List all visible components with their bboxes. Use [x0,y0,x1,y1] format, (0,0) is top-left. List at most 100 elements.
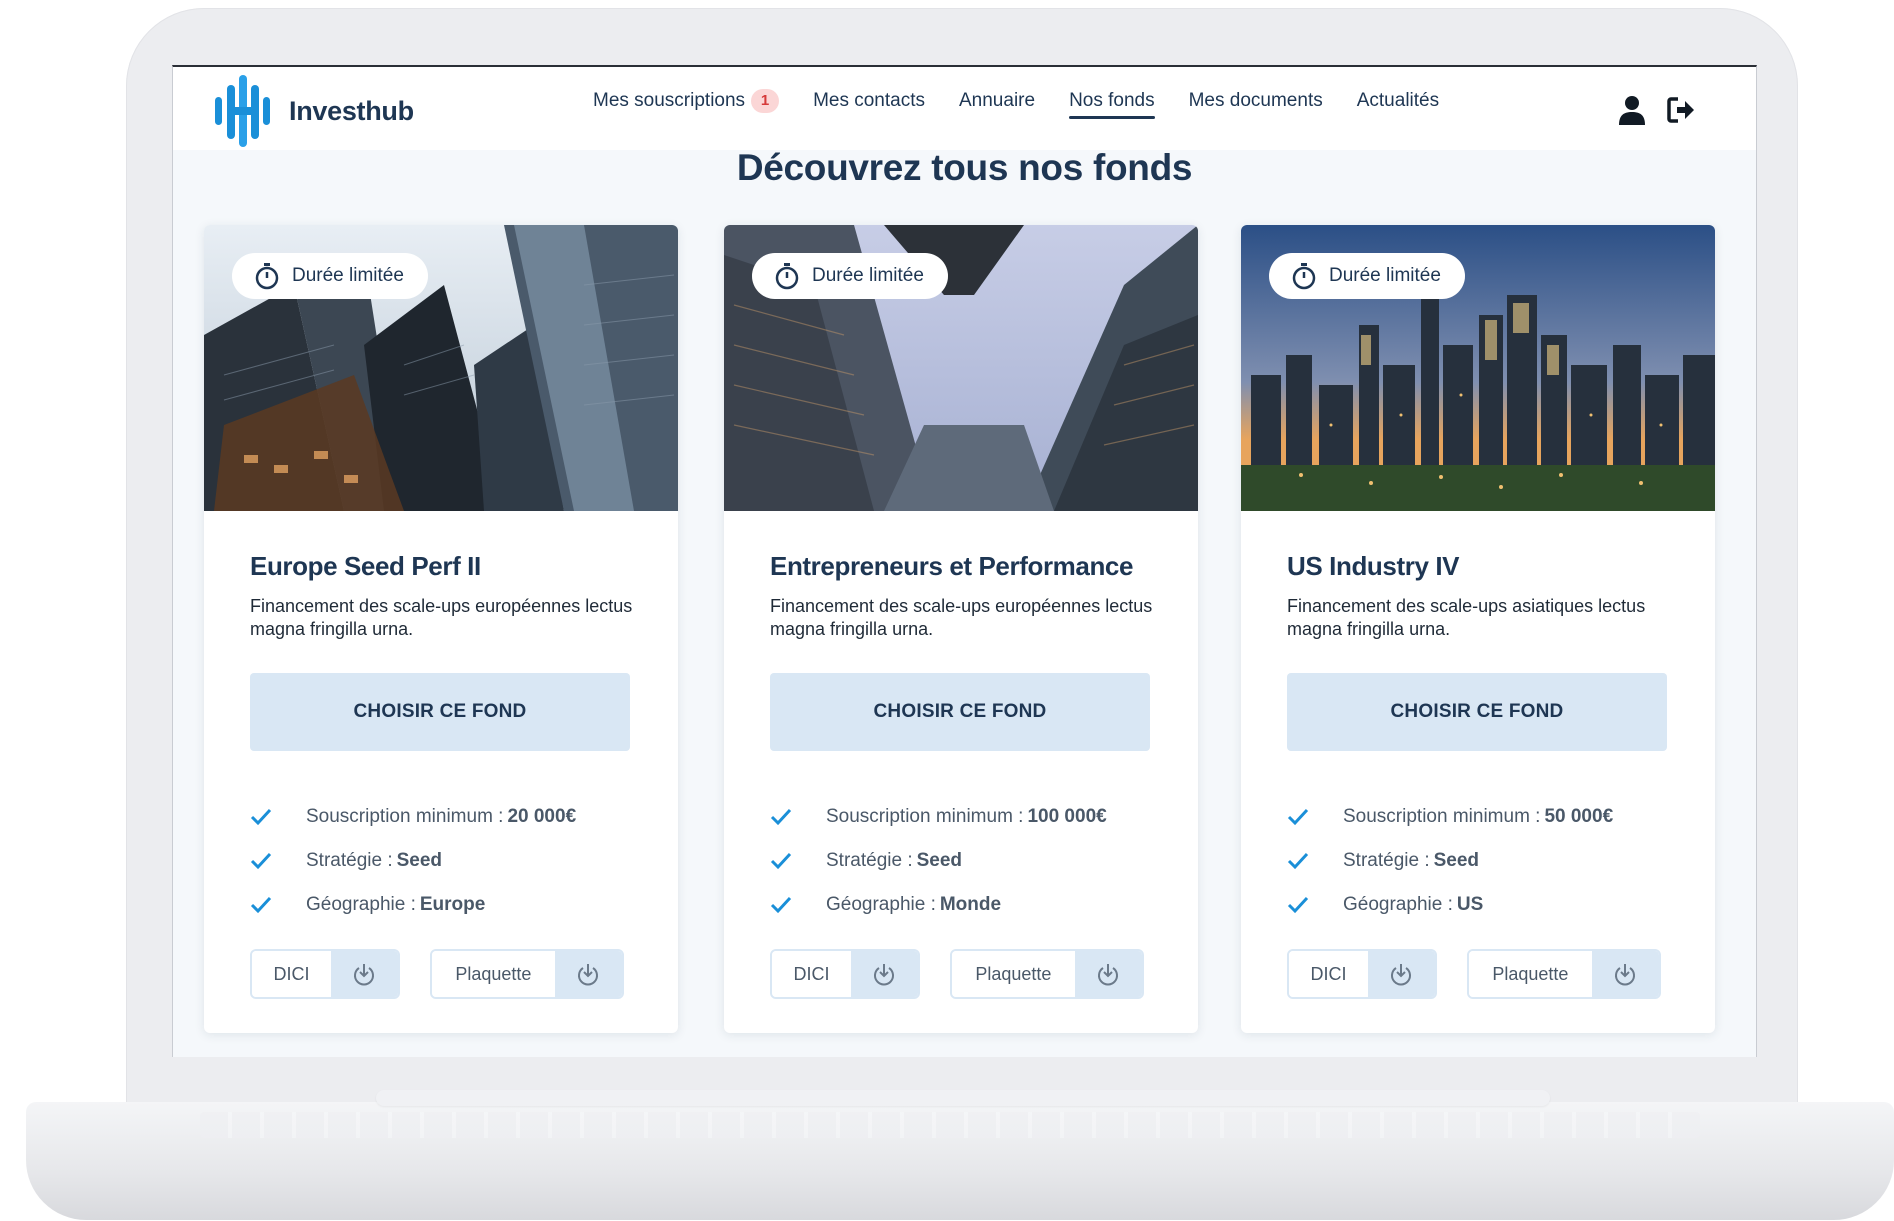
logo[interactable]: Investhub [213,73,414,149]
feature-item: Géographie : US [1287,883,1613,927]
feature-label: Souscription minimum : [1343,806,1541,827]
download-dici-button[interactable]: DICI [770,949,920,999]
limited-duration-tag: Durée limitée [232,253,428,299]
logout-icon[interactable] [1666,95,1696,125]
feature-item: Souscription minimum :100 000€ [770,795,1107,839]
feature-label: Stratégie : [826,850,913,871]
limited-duration-tag: Durée limitée [1269,253,1465,299]
doc-label: DICI [1289,951,1368,997]
check-icon [770,852,792,870]
fund-image: Durée limitée [724,225,1198,511]
fund-title: Europe Seed Perf II [250,551,481,581]
feature-label: Stratégie : [1343,850,1430,871]
feature-value: US [1456,894,1484,915]
check-icon [250,808,272,826]
feature-item: Géographie : Monde [770,883,1107,927]
page-title: Découvrez tous nos fonds [736,147,1193,188]
nav-item-actualites[interactable]: Actualités [1357,89,1439,119]
nav-label: Mes documents [1188,90,1323,111]
main-nav: Mes souscriptions 1 Mes contacts Annuair… [593,89,1473,119]
feature-value: Monde [939,894,1002,915]
browser-screen: Investhub Mes souscriptions 1 Mes contac… [172,65,1757,1057]
choose-fund-button[interactable]: CHOISIR CE FOND [1287,673,1667,751]
nav-item-mes-souscriptions[interactable]: Mes souscriptions 1 [593,89,780,119]
nav-item-mes-contacts[interactable]: Mes contacts [813,89,925,119]
feature-value: Seed [396,850,443,871]
choose-fund-button[interactable]: CHOISIR CE FOND [770,673,1150,751]
feature-item: Stratégie : Seed [770,839,1107,883]
nav-label: Nos fonds [1069,90,1155,111]
download-icon [1367,951,1435,997]
download-plaquette-button[interactable]: Plaquette [1467,949,1661,999]
feature-label: Souscription minimum : [306,806,504,827]
doc-label: Plaquette [432,951,555,997]
download-icon [1591,951,1659,997]
fund-image: Durée limitée [204,225,678,511]
notification-badge: 1 [751,89,780,113]
feature-label: Souscription minimum : [826,806,1024,827]
fund-features: Souscription minimum :50 000€ Stratégie … [1287,795,1613,927]
nav-item-nos-fonds[interactable]: Nos fonds [1069,89,1155,119]
download-dici-button[interactable]: DICI [1287,949,1437,999]
stopwatch-icon [1292,263,1316,290]
stopwatch-icon [775,263,799,290]
fund-features: Souscription minimum :100 000€ Stratégie… [770,795,1107,927]
nav-actions [1618,95,1696,125]
choose-fund-button[interactable]: CHOISIR CE FOND [250,673,630,751]
check-icon [1287,808,1309,826]
feature-value: 20 000€ [507,806,577,827]
check-icon [770,808,792,826]
feature-item: Stratégie : Seed [250,839,576,883]
doc-label: DICI [772,951,851,997]
tag-label: Durée limitée [1329,265,1441,286]
feature-label: Géographie : [1343,894,1453,915]
feature-value: 50 000€ [1544,806,1614,827]
download-icon [1074,951,1142,997]
check-icon [1287,852,1309,870]
feature-value: 100 000€ [1027,806,1107,827]
nav-item-mes-documents[interactable]: Mes documents [1189,89,1323,119]
download-icon [330,951,398,997]
feature-value: Seed [916,850,963,871]
nav-label: Mes souscriptions [593,90,746,111]
fund-card: Durée limitée US Industry IV Financement… [1241,225,1715,1033]
stopwatch-icon [255,263,279,290]
nav-label: Annuaire [959,90,1036,111]
fund-description: Financement des scale-ups asiatiques lec… [1287,596,1646,639]
laptop-hinge [376,1090,1550,1106]
download-plaquette-button[interactable]: Plaquette [430,949,624,999]
fund-image: Durée limitée [1241,225,1715,511]
fund-description: Financement des scale-ups européennes le… [250,596,633,639]
download-icon [554,951,622,997]
download-plaquette-button[interactable]: Plaquette [950,949,1144,999]
check-icon [250,896,272,914]
laptop-keyboard [200,1112,1700,1138]
fund-card: Durée limitée Entrepreneurs et Performan… [724,225,1198,1033]
doc-label: Plaquette [1469,951,1592,997]
check-icon [770,896,792,914]
nav-label: Mes contacts [813,90,925,111]
limited-duration-tag: Durée limitée [752,253,948,299]
feature-label: Géographie : [306,894,416,915]
fund-title: US Industry IV [1287,551,1460,581]
check-icon [250,852,272,870]
fund-features: Souscription minimum :20 000€ Stratégie … [250,795,576,927]
fund-title: Entrepreneurs et Performance [770,551,1134,581]
doc-label: Plaquette [952,951,1075,997]
feature-item: Souscription minimum :20 000€ [250,795,576,839]
feature-value: Europe [419,894,486,915]
feature-label: Stratégie : [306,850,393,871]
tag-label: Durée limitée [812,265,924,286]
feature-value: Seed [1433,850,1480,871]
navbar: Investhub Mes souscriptions 1 Mes contac… [173,67,1756,150]
nav-item-annuaire[interactable]: Annuaire [959,89,1035,119]
nav-label: Actualités [1356,90,1440,111]
doc-label: DICI [252,951,331,997]
download-dici-button[interactable]: DICI [250,949,400,999]
feature-item: Stratégie : Seed [1287,839,1613,883]
logo-mark-icon [215,75,270,147]
user-icon[interactable] [1618,95,1646,125]
fund-description: Financement des scale-ups européennes le… [770,596,1153,639]
fund-card: Durée limitée Europe Seed Perf II Financ… [204,225,678,1033]
logo-text: Investhub [289,95,414,126]
